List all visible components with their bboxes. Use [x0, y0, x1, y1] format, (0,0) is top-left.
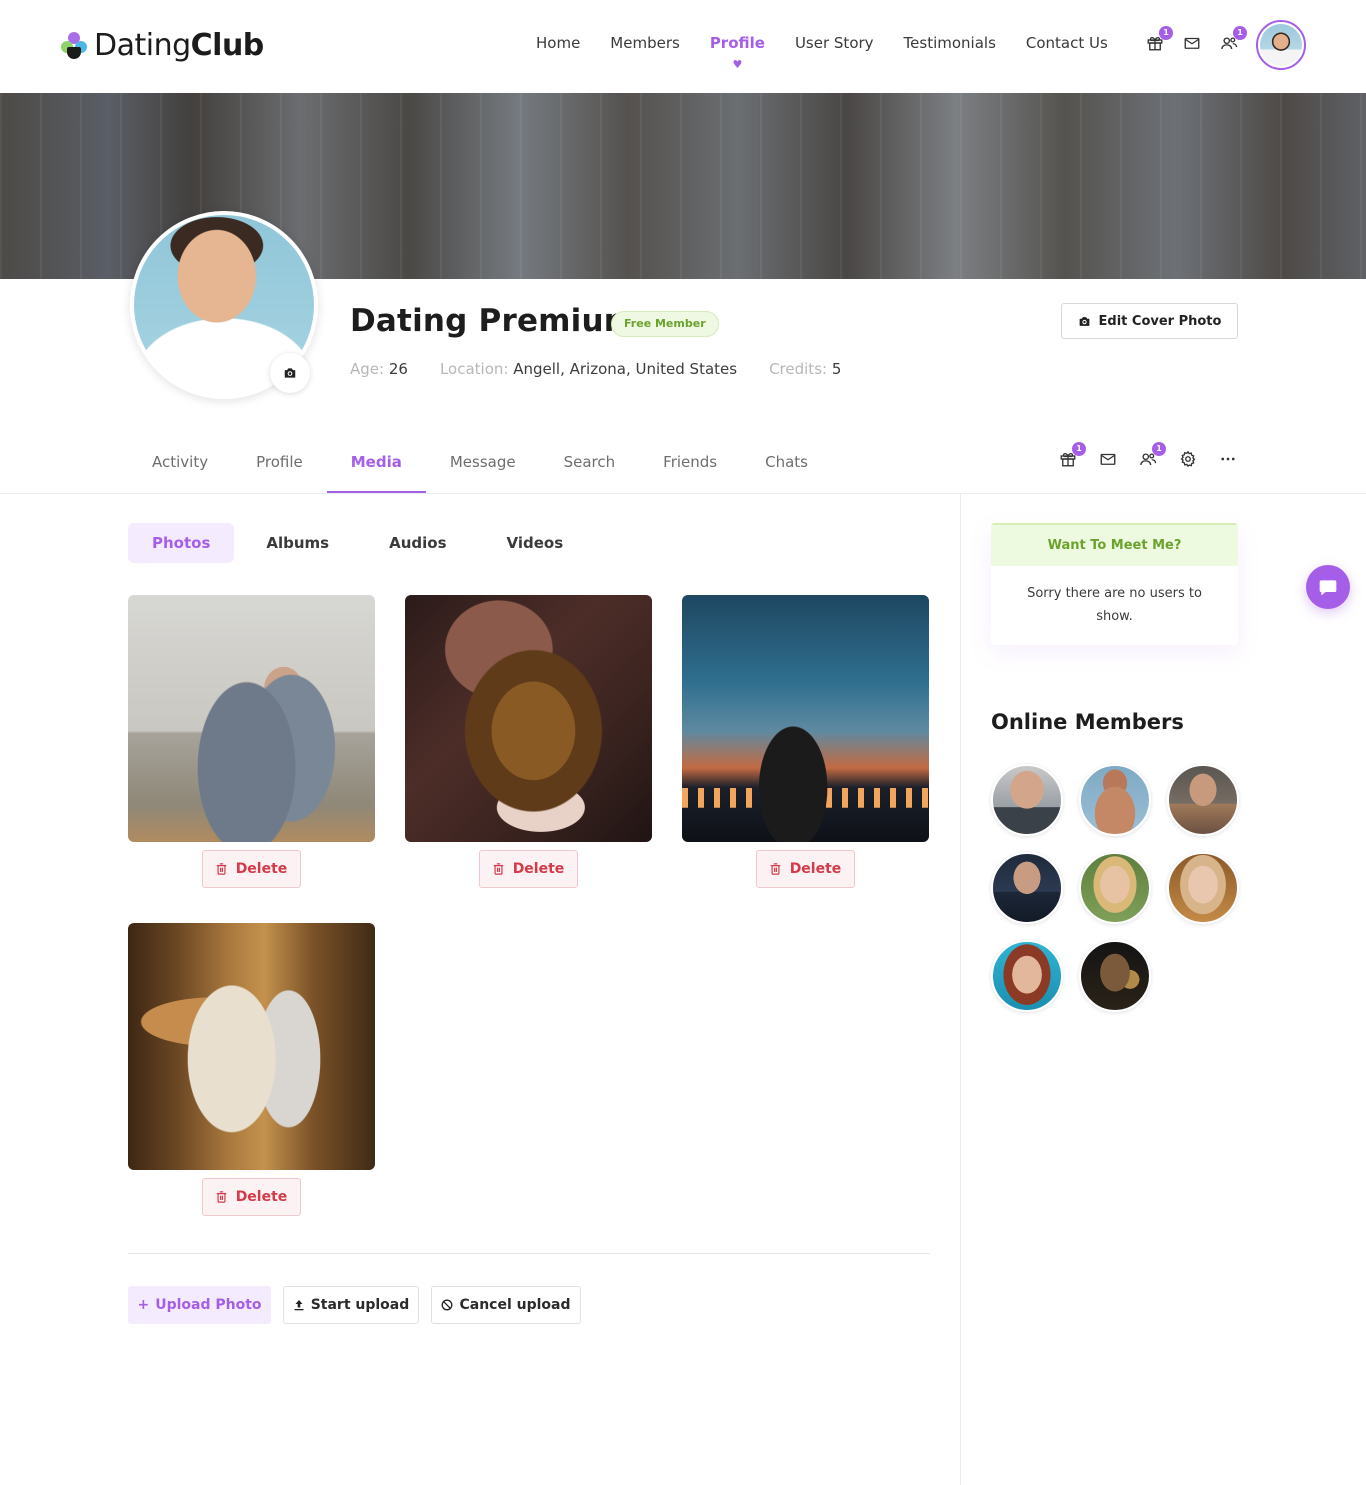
gift-badge: 1	[1072, 442, 1086, 456]
tab-activity[interactable]: Activity	[128, 432, 232, 494]
column-divider	[960, 494, 961, 1485]
trash-icon	[493, 863, 503, 875]
friends-icon[interactable]: 1	[1139, 442, 1166, 468]
online-member-avatar[interactable]	[991, 940, 1063, 1012]
friends-badge: 1	[1152, 442, 1166, 456]
change-avatar-button[interactable]	[270, 353, 310, 393]
online-member-avatar[interactable]	[1167, 852, 1239, 924]
tab-media[interactable]: Media	[326, 432, 426, 494]
meet-card-empty-text: Sorry there are no users to show.	[1027, 586, 1202, 624]
online-members-grid	[991, 764, 1251, 1012]
settings-gear-icon[interactable]	[1179, 450, 1197, 468]
trash-icon	[770, 863, 780, 875]
nav-home[interactable]: Home	[536, 34, 580, 52]
nav-user-story[interactable]: User Story	[795, 34, 874, 52]
photo-thumbnail[interactable]	[128, 923, 375, 1170]
profile-name: Dating Premium	[350, 303, 637, 339]
online-member-avatar[interactable]	[1167, 764, 1239, 836]
tabs-divider	[0, 493, 1366, 494]
site-logo[interactable]: DatingClub	[60, 27, 264, 63]
subtab-photos[interactable]: Photos	[128, 523, 235, 563]
photo-thumbnail[interactable]	[405, 595, 652, 842]
header-icons: 1 1	[1146, 26, 1247, 52]
profile-action-icons: 1 1	[1059, 442, 1237, 468]
friends-icon[interactable]: 1	[1220, 26, 1247, 52]
subtab-videos[interactable]: Videos	[479, 523, 592, 563]
tab-profile[interactable]: Profile	[232, 432, 327, 494]
nav-members[interactable]: Members	[610, 34, 680, 52]
trash-icon	[216, 1191, 226, 1203]
upload-photo-button[interactable]: + Upload Photo	[128, 1286, 271, 1324]
chat-launcher-button[interactable]	[1306, 565, 1350, 609]
delete-photo-button[interactable]: Delete	[756, 850, 855, 888]
subtab-albums[interactable]: Albums	[238, 523, 357, 563]
profile-age: Age: 26	[350, 360, 408, 378]
online-members-title: Online Members	[991, 710, 1184, 734]
more-options-icon[interactable]	[1219, 450, 1237, 468]
nav-contact-us[interactable]: Contact Us	[1026, 34, 1108, 52]
logo-text: DatingClub	[94, 27, 264, 63]
meet-card-title: Want To Meet Me?	[991, 523, 1238, 566]
ban-icon	[442, 1299, 453, 1311]
tab-friends[interactable]: Friends	[639, 432, 741, 494]
mail-icon[interactable]	[1099, 450, 1117, 468]
online-member-avatar[interactable]	[991, 852, 1063, 924]
online-member-avatar[interactable]	[1079, 764, 1151, 836]
plus-icon: +	[137, 1297, 150, 1313]
friends-badge: 1	[1233, 26, 1247, 40]
nav-testimonials[interactable]: Testimonials	[904, 34, 996, 52]
photo-thumbnail[interactable]	[128, 595, 375, 842]
user-avatar[interactable]	[1256, 20, 1306, 70]
online-member-avatar[interactable]	[991, 764, 1063, 836]
site-header: DatingClub Home Members Profile User Sto…	[0, 0, 1366, 93]
trash-icon	[216, 863, 226, 875]
tab-chats[interactable]: Chats	[741, 432, 832, 494]
delete-photo-button[interactable]: Delete	[202, 1178, 301, 1216]
delete-photo-button[interactable]: Delete	[202, 850, 301, 888]
camera-icon	[284, 368, 296, 378]
profile-credits: Credits: 5	[769, 360, 842, 378]
media-subtabs: Photos Albums Audios Videos	[128, 523, 591, 563]
edit-cover-photo-button[interactable]: Edit Cover Photo	[1061, 303, 1238, 339]
gift-badge: 1	[1159, 26, 1173, 40]
delete-photo-button[interactable]: Delete	[479, 850, 578, 888]
subtab-audios[interactable]: Audios	[361, 523, 474, 563]
profile-location: Location: Angell, Arizona, United States	[439, 360, 738, 378]
chat-bubble-icon	[1319, 580, 1337, 596]
upload-divider	[128, 1253, 930, 1254]
gift-icon[interactable]: 1	[1146, 26, 1173, 52]
want-to-meet-card: Want To Meet Me? Sorry there are no user…	[991, 523, 1238, 645]
camera-icon	[1079, 316, 1089, 326]
online-member-avatar[interactable]	[1079, 852, 1151, 924]
cancel-upload-button[interactable]: Cancel upload	[431, 1286, 581, 1324]
tab-message[interactable]: Message	[426, 432, 540, 494]
nav-profile[interactable]: Profile	[710, 34, 765, 52]
gift-icon[interactable]: 1	[1059, 442, 1086, 468]
tab-search[interactable]: Search	[540, 432, 640, 494]
online-member-avatar[interactable]	[1079, 940, 1151, 1012]
profile-meta: Age: 26 Location: Angell, Arizona, Unite…	[350, 360, 873, 378]
photo-thumbnail[interactable]	[682, 595, 929, 842]
upload-icon	[294, 1300, 304, 1311]
logo-mark-icon	[60, 30, 88, 60]
membership-badge: Free Member	[611, 311, 719, 337]
main-nav: Home Members Profile User Story Testimon…	[521, 34, 1123, 52]
start-upload-button[interactable]: Start upload	[283, 1286, 419, 1324]
profile-tabs: Activity Profile Media Message Search Fr…	[128, 432, 832, 494]
mail-icon[interactable]	[1183, 34, 1201, 52]
